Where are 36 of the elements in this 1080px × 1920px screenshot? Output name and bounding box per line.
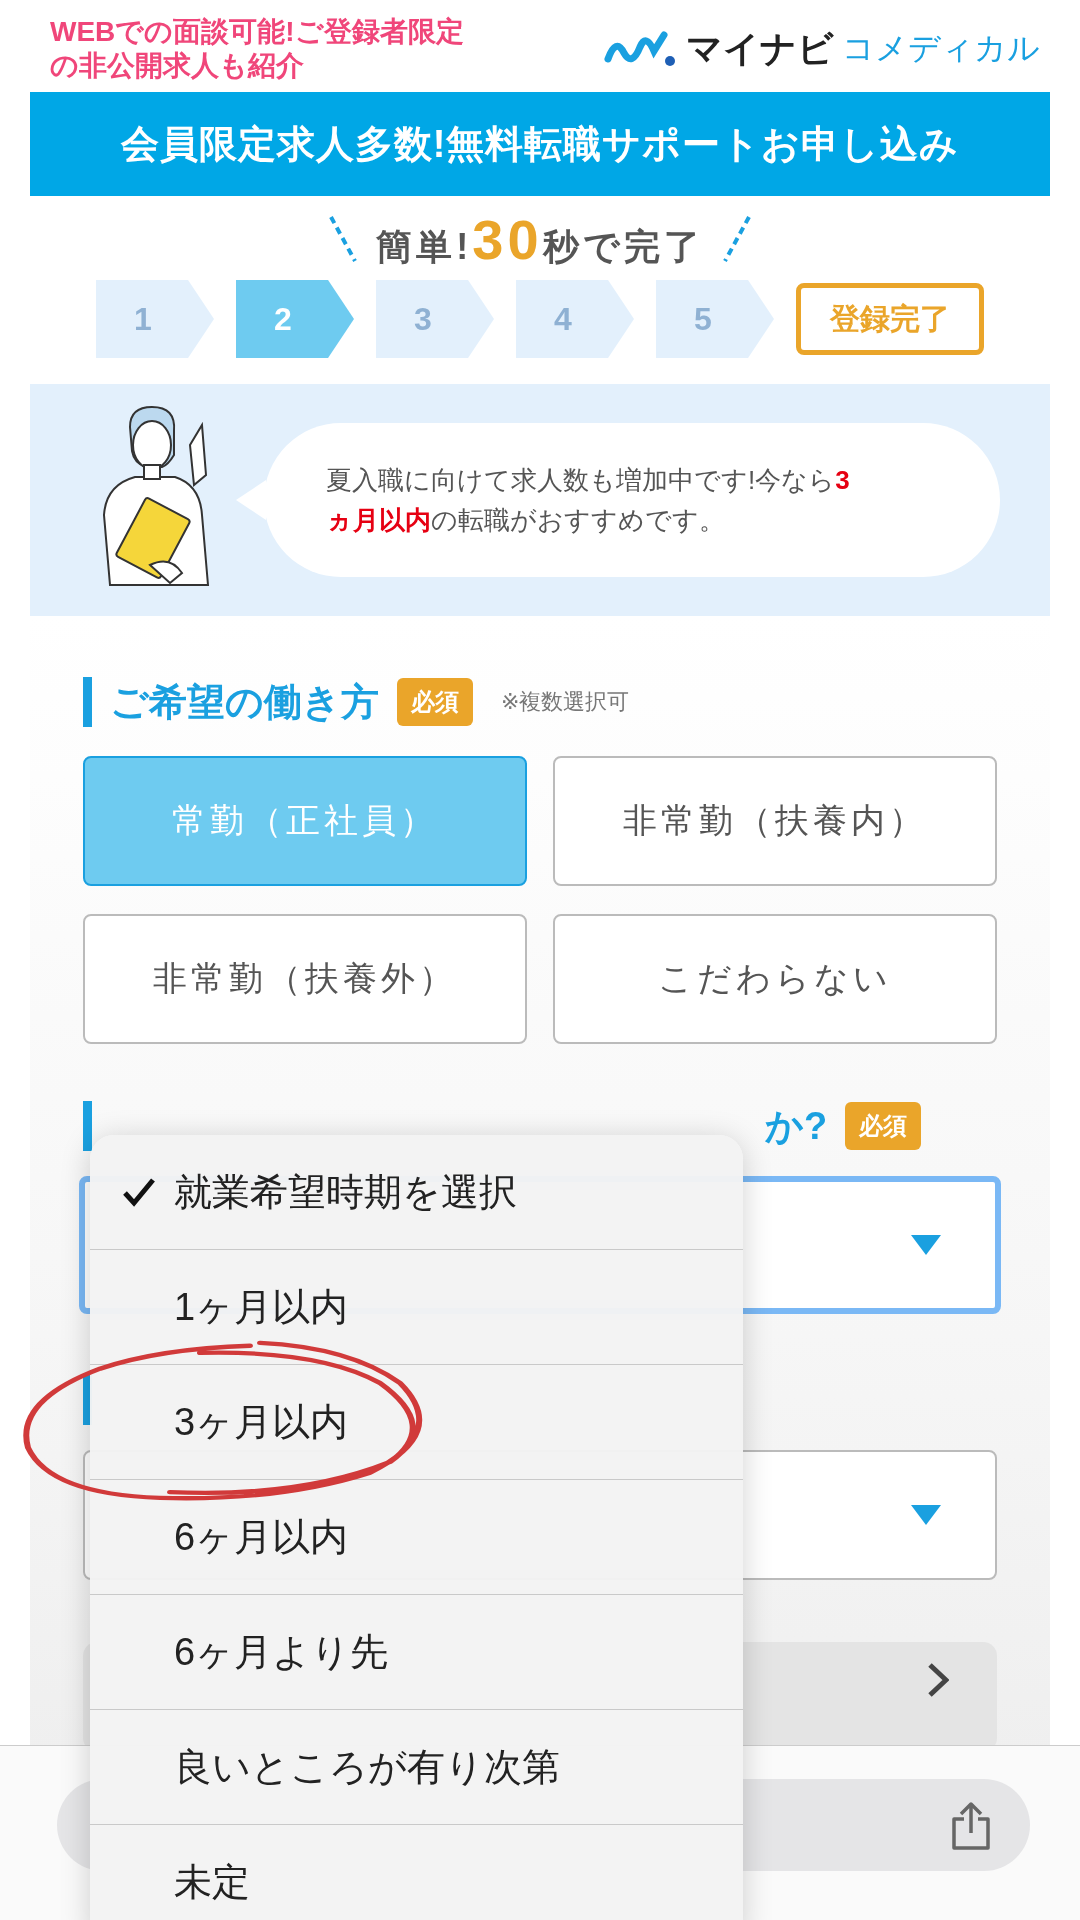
section-title: ご希望の働き方: [110, 679, 379, 725]
heading-bar: [83, 1101, 92, 1151]
progress-step: 3: [376, 280, 494, 358]
menu-option[interactable]: 未定: [174, 1856, 250, 1908]
tagline-text: WEBでの面談可能!ご登録者限定 の非公開求人も紹介: [50, 15, 464, 83]
menu-option[interactable]: 6ヶ月より先: [174, 1626, 389, 1678]
menu-option[interactable]: 6ヶ月以内: [174, 1511, 349, 1563]
progress-step: 2: [236, 280, 354, 358]
option-button[interactable]: 非常勤（扶養外）: [83, 914, 527, 1044]
section-title: か?: [765, 1103, 828, 1149]
share-icon[interactable]: [950, 1801, 992, 1851]
progress-step: 1: [96, 280, 214, 358]
multi-select-note: ※複数選択可: [501, 688, 630, 716]
dropdown-arrow-icon: [911, 1235, 941, 1255]
menu-option[interactable]: 3ヶ月以内: [174, 1396, 349, 1448]
menu-option[interactable]: 1ヶ月以内: [174, 1281, 349, 1333]
logo-text: マイナビ: [686, 26, 834, 71]
slash-lines-icon: [328, 214, 359, 264]
slash-lines-icon: [721, 214, 752, 264]
required-badge: 必須: [845, 1102, 922, 1150]
quick-signup-text: 簡単!30秒で完了: [376, 206, 704, 272]
menu-option[interactable]: 就業希望時期を選択: [174, 1166, 517, 1218]
logo-icon: [604, 29, 678, 69]
progress-step: 5: [656, 280, 774, 358]
option-button[interactable]: こだわらない: [553, 914, 997, 1044]
chevron-icon: [927, 1662, 949, 1698]
dropdown-arrow-icon: [911, 1505, 941, 1525]
recommendation-text: 夏入職に向けて求人数も増加中です!今なら3 ヵ月以内の転職がおすすめです。: [326, 464, 850, 537]
required-badge: 必須: [397, 678, 473, 726]
option-button[interactable]: 非常勤（扶養内）: [553, 756, 997, 886]
completion-step: 登録完了: [796, 283, 984, 355]
signup-banner: 会員限定求人多数!無料転職サポートお申し込み: [30, 92, 1050, 196]
heading-bar: [83, 677, 92, 727]
menu-option[interactable]: 良いところが有り次第: [174, 1741, 560, 1793]
progress-step: 4: [516, 280, 634, 358]
logo-subtext: コメディカル: [842, 29, 1040, 68]
